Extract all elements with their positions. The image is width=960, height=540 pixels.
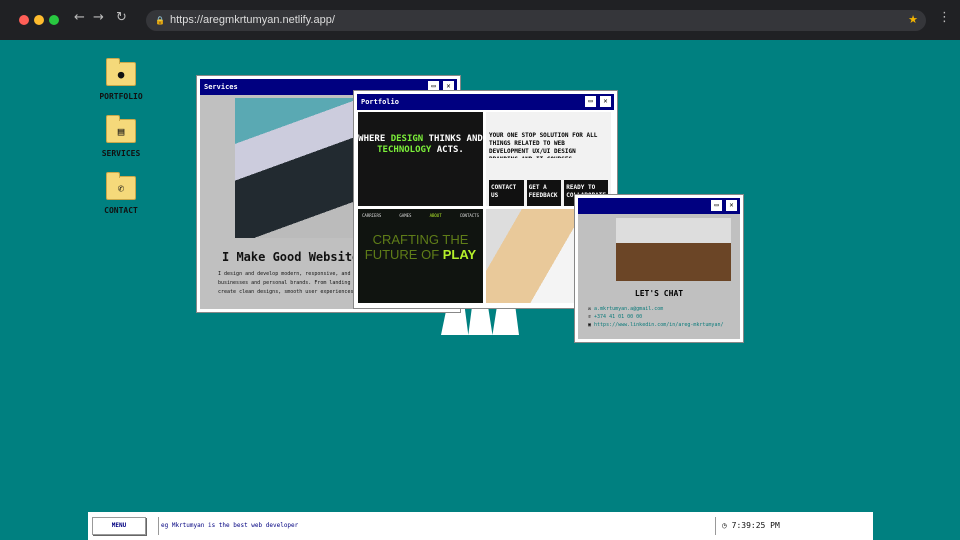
clock-icon: ◷ [722, 521, 732, 530]
browser-toolbar: ← → ↻ 🔒 https://aregmkrtumyan.netlify.app… [0, 0, 960, 40]
linkedin-link[interactable]: https://www.linkedin.com/in/areg-mkrtumy… [594, 322, 723, 328]
text: WHERE [358, 134, 391, 144]
laptop-photo [235, 98, 355, 238]
nav: GAMES [399, 213, 412, 218]
back-icon[interactable]: ← [74, 10, 85, 25]
maximize-button[interactable]: ▭ [585, 96, 596, 107]
window-title: Portfolio [361, 98, 399, 106]
desktop-icon-services[interactable]: ▤ SERVICES [98, 115, 144, 158]
card: CONTACT US [489, 180, 524, 206]
phone-link[interactable]: +374 41 01 00 00 [594, 314, 642, 320]
nav: CONTACTS [459, 213, 479, 218]
lock-icon: 🔒 [155, 16, 165, 25]
title-bar[interactable]: ▭ ✕ [578, 198, 740, 214]
text: THINKS AND [423, 134, 483, 144]
forward-icon[interactable]: → [93, 10, 104, 25]
card: GET A FEEDBACK [526, 180, 562, 206]
text: ACTS. [431, 145, 464, 155]
text: TECHNOLOGY [377, 145, 432, 155]
nav: ABOUT [429, 213, 442, 218]
icon-label: SERVICES [101, 149, 141, 158]
desktop-icon-portfolio[interactable]: ● PORTFOLIO [98, 58, 144, 101]
nav: CARRIERS [362, 213, 382, 218]
menu-button[interactable]: MENU [92, 517, 146, 535]
url-text: https://aregmkrtumyan.netlify.app/ [170, 14, 335, 26]
more-menu-icon[interactable]: ⋮ [938, 10, 951, 25]
close-window-button[interactable] [19, 15, 29, 25]
bookmark-star-icon[interactable]: ★ [908, 10, 918, 31]
address-bar[interactable]: 🔒 https://aregmkrtumyan.netlify.app/ ★ [146, 10, 926, 31]
maximize-window-button[interactable] [49, 15, 59, 25]
icon-label: PORTFOLIO [99, 92, 143, 101]
portfolio-item-web-solutions[interactable]: YOUR ONE STOP SOLUTION FOR ALL THINGS RE… [486, 112, 611, 206]
close-button[interactable]: ✕ [726, 200, 737, 211]
portfolio-item-play[interactable]: CARRIERS GAMES ABOUT CONTACTS CRAFTING THE F… [358, 209, 483, 303]
contact-window: ▭ ✕ LET'S CHAT ✉ a.mkrtumyan.a@gmail.com … [575, 195, 743, 342]
marquee-text: eg Mkrtumyan is the best web developer [158, 517, 298, 535]
portfolio-item-design-tech[interactable]: WHERE DESIGN THINKS AND TECHNOLOGY ACTS. [358, 112, 483, 206]
text: PLAY [442, 247, 477, 262]
window-title: Services [204, 83, 238, 91]
clock-time: 7:39:25 PM [731, 521, 780, 530]
desktop-icon-contact[interactable]: ✆ CONTACT [98, 172, 144, 215]
text: YOUR ONE STOP SOLUTION FOR ALL THINGS RE… [489, 132, 598, 158]
cat-table-photo [616, 218, 731, 281]
minimize-window-button[interactable] [34, 15, 44, 25]
phone-icon: ✆ [106, 172, 136, 200]
icon-label: CONTACT [104, 206, 138, 215]
contact-heading: LET'S CHAT [634, 289, 684, 298]
email-link[interactable]: a.mkrtumyan.a@gmail.com [594, 306, 663, 312]
close-button[interactable]: ✕ [600, 96, 611, 107]
document-icon: ▤ [106, 115, 136, 143]
user-icon: ● [106, 58, 136, 86]
taskbar: MENU eg Mkrtumyan is the best web develo… [88, 512, 873, 540]
reload-icon[interactable]: ↻ [116, 10, 127, 25]
title-bar[interactable]: Portfolio ▭ ✕ [357, 94, 614, 110]
text: DESIGN [390, 134, 424, 144]
maximize-button[interactable]: ▭ [711, 200, 722, 211]
